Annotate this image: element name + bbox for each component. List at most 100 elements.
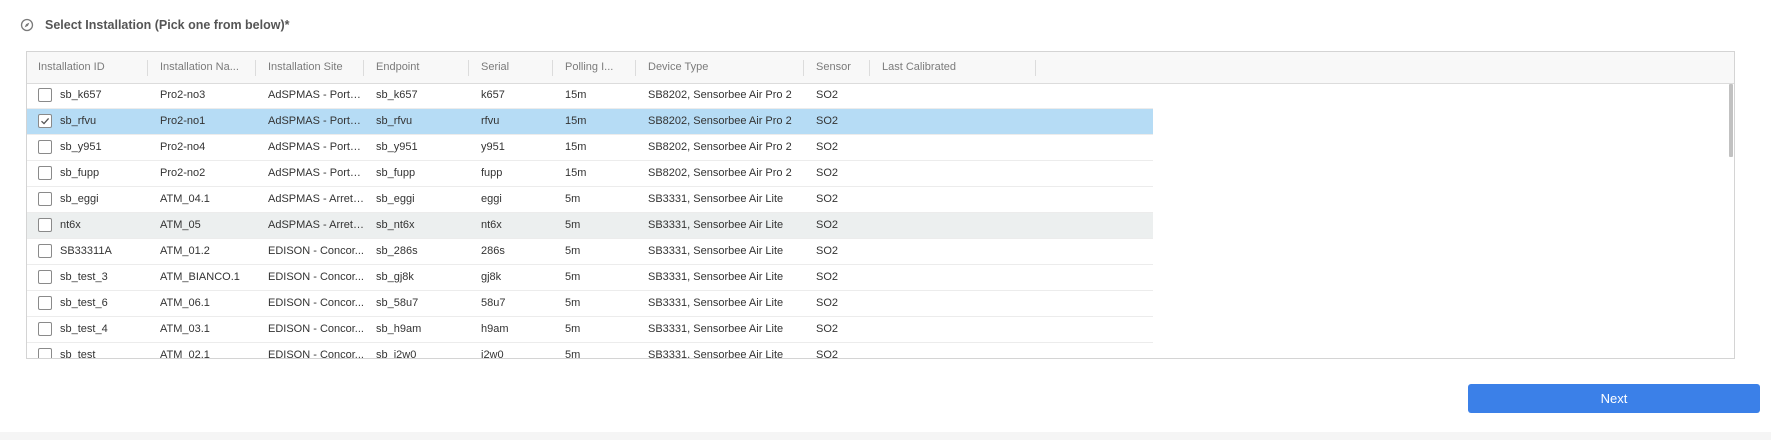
- table-row[interactable]: nt6x ATM_05 AdSPMAS - Arretr... sb_nt6x nt6x…: [27, 213, 1153, 239]
- cell-serial: fupp: [481, 167, 503, 179]
- table-row[interactable]: sb_eggi ATM_04.1 AdSPMAS - Arretr... sb_egg…: [27, 187, 1153, 213]
- cell-last-calibrated: [871, 291, 1037, 316]
- cell-last-calibrated: [871, 84, 1037, 108]
- cell-serial: y951: [481, 141, 505, 153]
- column-header-installation-site[interactable]: Installation Site: [257, 52, 365, 83]
- column-header-serial[interactable]: Serial: [470, 52, 554, 83]
- cell-last-calibrated: [871, 343, 1037, 358]
- cell-installation-name: ATM_05: [160, 219, 201, 231]
- next-button[interactable]: Next: [1468, 384, 1760, 413]
- cell-last-calibrated: [871, 213, 1037, 238]
- cell-serial: rfvu: [481, 115, 500, 127]
- cell-installation-id: sb_test_3: [60, 271, 108, 283]
- cell-endpoint: sb_286s: [376, 245, 418, 257]
- cell-endpoint: sb_h9am: [376, 323, 422, 335]
- compass-icon: [20, 18, 34, 32]
- cell-installation-id: sb_test: [60, 349, 96, 358]
- column-header-installation-id[interactable]: Installation ID: [27, 52, 149, 83]
- table-row[interactable]: sb_fupp Pro2-no2 AdSPMAS - Porto ... sb_fup…: [27, 161, 1153, 187]
- cell-endpoint: sb_i2w0: [376, 349, 417, 358]
- column-resize-handle[interactable]: [468, 60, 469, 76]
- cell-installation-site: AdSPMAS - Porto ...: [268, 167, 365, 179]
- table-row[interactable]: sb_test_6 ATM_06.1 EDISON - Concor... sb_58…: [27, 291, 1153, 317]
- cell-endpoint: sb_y951: [376, 141, 418, 153]
- cell-serial: eggi: [481, 193, 502, 205]
- cell-installation-name: ATM_06.1: [160, 297, 210, 309]
- cell-serial: h9am: [481, 323, 509, 335]
- cell-serial: gj8k: [481, 271, 502, 283]
- column-resize-handle[interactable]: [552, 60, 553, 76]
- cell-sensor: SO2: [816, 167, 839, 179]
- cell-serial: 58u7: [481, 297, 506, 309]
- cell-installation-name: ATM_01.2: [160, 245, 210, 257]
- cell-polling: 15m: [565, 115, 587, 127]
- cell-sensor: SO2: [816, 323, 839, 335]
- installation-grid: Installation ID Installation Na... Install…: [26, 51, 1735, 359]
- table-row[interactable]: sb_test ATM_02.1 EDISON - Concor... sb_i2w0…: [27, 343, 1153, 358]
- vertical-scrollbar[interactable]: [1729, 84, 1734, 358]
- cell-device-type: SB8202, Sensorbee Air Pro 2: [648, 167, 792, 179]
- cell-polling: 5m: [565, 245, 581, 257]
- cell-endpoint: sb_rfvu: [376, 115, 413, 127]
- scrollbar-thumb[interactable]: [1729, 84, 1733, 157]
- cell-device-type: SB3331, Sensorbee Air Lite: [648, 271, 784, 283]
- cell-sensor: SO2: [816, 219, 839, 231]
- column-header-last-calibrated[interactable]: Last Calibrated: [871, 52, 1037, 83]
- column-header-polling[interactable]: Polling I...: [554, 52, 637, 83]
- page-bottom-strip: [0, 432, 1771, 440]
- column-resize-handle[interactable]: [635, 60, 636, 76]
- column-resize-handle[interactable]: [803, 60, 804, 76]
- cell-polling: 5m: [565, 271, 581, 283]
- cell-installation-site: AdSPMAS - Porto ...: [268, 115, 365, 127]
- table-row[interactable]: sb_rfvu Pro2-no1 AdSPMAS - Porto ... sb_rfv…: [27, 109, 1153, 135]
- column-header-endpoint[interactable]: Endpoint: [365, 52, 470, 83]
- cell-endpoint: sb_fupp: [376, 167, 416, 179]
- cell-device-type: SB3331, Sensorbee Air Lite: [648, 245, 784, 257]
- cell-installation-site: EDISON - Concor...: [268, 245, 364, 257]
- column-header-installation-name[interactable]: Installation Na...: [149, 52, 257, 83]
- column-header-device-type[interactable]: Device Type: [637, 52, 805, 83]
- table-row[interactable]: sb_test_4 ATM_03.1 EDISON - Concor... sb_h9…: [27, 317, 1153, 343]
- cell-polling: 5m: [565, 219, 581, 231]
- column-resize-handle[interactable]: [1035, 60, 1036, 76]
- cell-endpoint: sb_k657: [376, 89, 418, 101]
- cell-last-calibrated: [871, 239, 1037, 264]
- cell-device-type: SB8202, Sensorbee Air Pro 2: [648, 141, 792, 153]
- column-resize-handle[interactable]: [147, 60, 148, 76]
- cell-last-calibrated: [871, 265, 1037, 290]
- grid-body[interactable]: sb_k657 Pro2-no3 AdSPMAS - Porto ... sb_k65…: [27, 84, 1153, 358]
- table-row[interactable]: sb_test_3 ATM_BIANCO.1 EDISON - Concor... s…: [27, 265, 1153, 291]
- cell-device-type: SB8202, Sensorbee Air Pro 2: [648, 115, 792, 127]
- column-header-sensor[interactable]: Sensor: [805, 52, 871, 83]
- cell-device-type: SB3331, Sensorbee Air Lite: [648, 193, 784, 205]
- column-resize-handle[interactable]: [255, 60, 256, 76]
- cell-sensor: SO2: [816, 349, 839, 358]
- cell-installation-site: EDISON - Concor...: [268, 297, 364, 309]
- cell-polling: 15m: [565, 167, 587, 179]
- cell-sensor: SO2: [816, 193, 839, 205]
- cell-serial: i2w0: [481, 349, 504, 358]
- section-title: Select Installation (Pick one from below…: [45, 18, 290, 32]
- cell-last-calibrated: [871, 135, 1037, 160]
- cell-installation-site: AdSPMAS - Porto ...: [268, 141, 365, 153]
- table-row[interactable]: sb_y951 Pro2-no4 AdSPMAS - Porto ... sb_y95…: [27, 135, 1153, 161]
- cell-installation-id: sb_k657: [60, 89, 102, 101]
- grid-header: Installation ID Installation Na... Install…: [27, 52, 1734, 84]
- cell-device-type: SB3331, Sensorbee Air Lite: [648, 297, 784, 309]
- table-row[interactable]: sb_k657 Pro2-no3 AdSPMAS - Porto ... sb_k65…: [27, 84, 1153, 109]
- column-resize-handle[interactable]: [869, 60, 870, 76]
- cell-sensor: SO2: [816, 245, 839, 257]
- cell-endpoint: sb_eggi: [376, 193, 415, 205]
- column-resize-handle[interactable]: [363, 60, 364, 76]
- table-row[interactable]: SB33311A ATM_01.2 EDISON - Concor... sb_286…: [27, 239, 1153, 265]
- cell-installation-name: ATM_BIANCO.1: [160, 271, 240, 283]
- cell-installation-id: sb_fupp: [60, 167, 100, 179]
- cell-sensor: SO2: [816, 271, 839, 283]
- cell-installation-name: Pro2-no3: [160, 89, 206, 101]
- cell-polling: 15m: [565, 141, 587, 153]
- cell-installation-site: AdSPMAS - Arretr...: [268, 193, 365, 205]
- cell-installation-id: sb_test_6: [60, 297, 108, 309]
- cell-sensor: SO2: [816, 89, 839, 101]
- cell-installation-name: Pro2-no2: [160, 167, 206, 179]
- cell-installation-id: sb_rfvu: [60, 115, 97, 127]
